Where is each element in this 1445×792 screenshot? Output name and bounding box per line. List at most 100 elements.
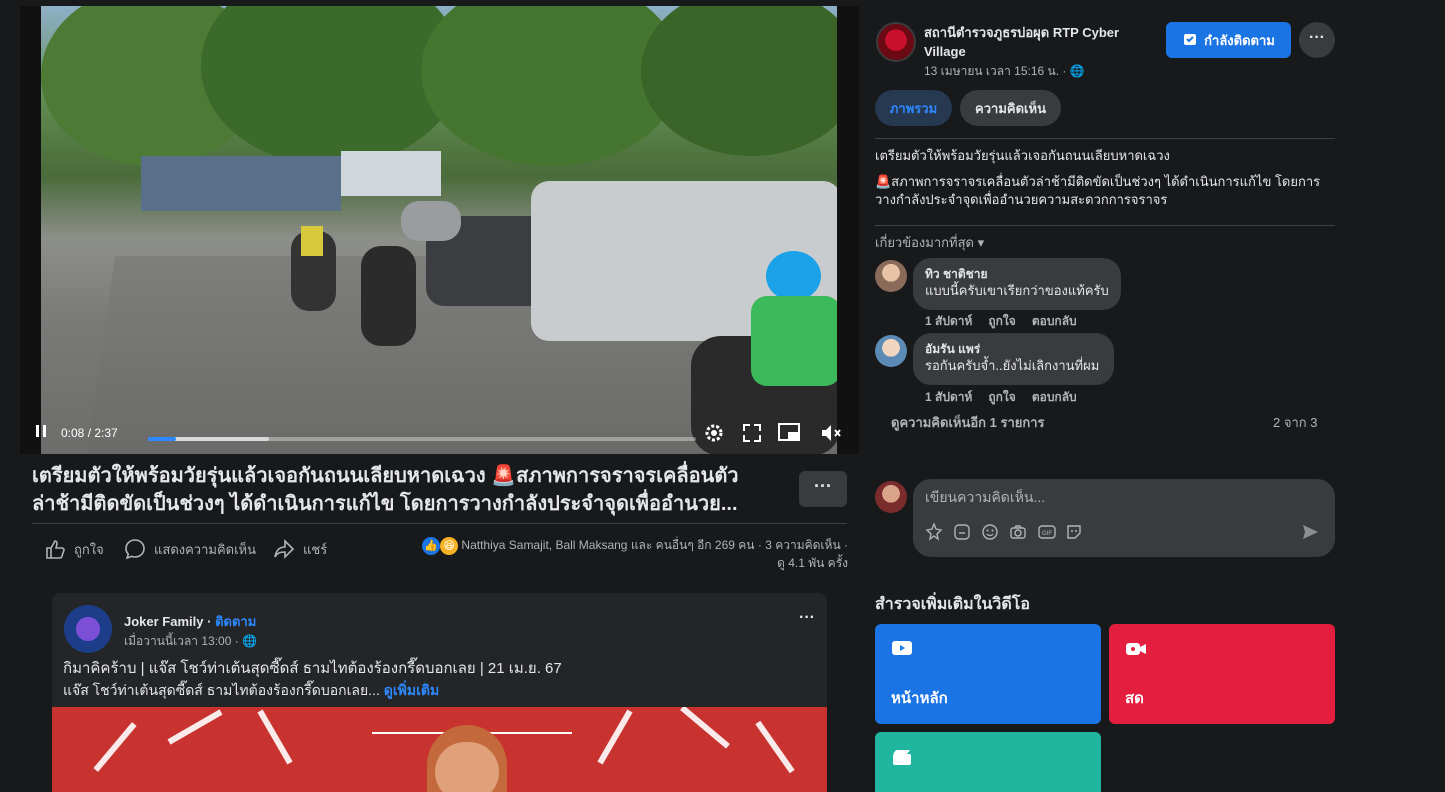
feed-post-title: กิมาคิคร้าบ | แจ๊ส โชว์ท่าเต้นสุดซี๊ดส์ … (63, 660, 562, 677)
comment-button[interactable]: แสดงความคิดเห็น (124, 537, 256, 561)
comment-reply-button[interactable]: ตอบกลับ (1032, 388, 1077, 407)
comment-input[interactable] (925, 489, 1315, 505)
description-line-1: เตรียมตัวให้พร้อมวัยรุ่นแล้วเจอกันถนนเลี… (875, 148, 1170, 163)
feed-post-image[interactable] (52, 707, 827, 792)
reactions-summary[interactable]: 👍 😆 Natthiya Samajit, Ball Maksang และ คน… (382, 537, 848, 571)
comment-pagination: 2 จาก 3 (1273, 415, 1318, 430)
comment-text: รอกันครับจ้ำ..ยังไม่เลิกงานที่ผม (925, 358, 1100, 373)
sticker-icon[interactable] (953, 523, 973, 543)
svg-text:GIF: GIF (1042, 531, 1052, 537)
comment-actions: 1 สัปดาห์ ถูกใจ ตอบกลับ (925, 312, 1077, 331)
sort-label: เกี่ยวข้องมากที่สุด (875, 235, 974, 250)
miniplayer-icon[interactable] (778, 423, 800, 446)
comment-icon (125, 539, 145, 560)
video-time: 0:08 / 2:37 (61, 426, 118, 440)
feed-post-subtitle: แจ๊ส โชว์ท่าเต้นสุดซี๊ดส์ ธามไทต้องร้องก… (63, 682, 380, 698)
post-title-line-1: เตรียมตัวให้พร้อมวัยรุ่นแล้วเจอกันถนนเลี… (32, 465, 739, 487)
see-more-link[interactable]: ดูเพิ่มเติม (384, 682, 439, 698)
feed-follow-link[interactable]: ติดตาม (215, 614, 256, 629)
globe-icon: 🌐 (242, 634, 258, 648)
comment-composer[interactable]: GIF (913, 479, 1335, 557)
separator: · (757, 538, 762, 553)
my-avatar[interactable] (875, 481, 907, 513)
page-more-button[interactable]: ··· (1299, 22, 1335, 58)
comment-bubble: อัมรัน แพร่ รอกันครับจ้ำ..ยังไม่เลิกงานท… (913, 333, 1114, 385)
description-line-2: 🚨สภาพการจราจรเคลื่อนตัวล่าช้ามีติดขัดเป็… (875, 174, 1321, 207)
explore-tile-label: หน้าหลัก (891, 690, 948, 707)
feed-post-more-button[interactable]: ··· (799, 609, 815, 627)
emoji-icon[interactable] (981, 523, 1001, 543)
following-label: กำลังติดตาม (1204, 32, 1275, 48)
pause-icon[interactable] (34, 424, 48, 441)
play-icon (891, 640, 913, 660)
fullscreen-icon[interactable] (742, 423, 762, 446)
comment-bubble: ทิว ชาติชาย แบบนี้ครับเขาเรียกว่าของแท้ค… (913, 258, 1121, 310)
like-icon (46, 540, 65, 559)
feed-post-card: Joker Family · ติดตาม เมื่อวานนี้เวลา 13… (52, 593, 827, 792)
share-label: แชร์ (303, 541, 328, 557)
like-reaction-icon: 👍 (422, 537, 441, 555)
following-button[interactable]: กำลังติดตาม (1166, 22, 1291, 58)
post-time[interactable]: 13 เมษายน เวลา 15:16 น. · 🌐 (924, 62, 1085, 81)
haha-reaction-icon: 😆 (440, 537, 459, 555)
clapper-icon (891, 748, 913, 768)
comment-count[interactable]: 3 ความคิดเห็น (765, 538, 840, 552)
feed-author-avatar[interactable] (64, 605, 112, 653)
comment-reply-button[interactable]: ตอบกลับ (1032, 312, 1077, 331)
view-more-comments[interactable]: ดูความคิดเห็นอีก 1 รายการ (891, 412, 1045, 433)
share-icon (274, 539, 295, 559)
reactions-text[interactable]: Natthiya Samajit, Ball Maksang และ คนอื่… (461, 538, 754, 552)
avatar-sticker-icon[interactable] (925, 522, 945, 543)
like-button[interactable]: ถูกใจ (44, 537, 104, 561)
divider (32, 523, 847, 524)
feed-post-text: แจ๊ส โชว์ท่าเต้นสุดซี๊ดส์ ธามไทต้องร้องก… (63, 680, 439, 702)
explore-tile-home[interactable]: หน้าหลัก (875, 624, 1101, 724)
comment-author[interactable]: ทิว ชาติชาย (925, 266, 1109, 282)
comment-like-button[interactable]: ถูกใจ (988, 312, 1015, 331)
divider (875, 225, 1335, 226)
post-more-button[interactable]: ··· (799, 471, 847, 507)
explore-tile-label: สด (1125, 690, 1144, 707)
comment-time[interactable]: 1 สัปดาห์ (925, 312, 972, 331)
tab-overview[interactable]: ภาพรวม (875, 90, 952, 126)
separator: · (207, 614, 212, 629)
page-avatar[interactable] (876, 22, 916, 62)
gif-icon[interactable]: GIF (1037, 523, 1057, 543)
video-progress-fill (148, 437, 176, 441)
share-button[interactable]: แชร์ (273, 537, 327, 561)
send-icon[interactable] (1301, 523, 1321, 543)
globe-icon: 🌐 (1069, 64, 1085, 78)
caret-down-icon: ▾ (977, 235, 985, 250)
like-label: ถูกใจ (74, 541, 104, 557)
camera-icon[interactable] (1009, 523, 1029, 543)
video-progress-bar[interactable] (148, 437, 696, 441)
comment-author[interactable]: อัมรัน แพร่ (925, 341, 1102, 357)
video-frame[interactable] (41, 6, 837, 454)
comment-time[interactable]: 1 สัปดาห์ (925, 388, 972, 407)
live-icon (1125, 640, 1147, 660)
mute-icon[interactable] (820, 423, 842, 446)
view-count: ดู 4.1 พัน ครั้ง (777, 556, 848, 570)
page-name[interactable]: สถานีตำรวจภูธรบ่อผุด RTP Cyber Village (924, 23, 1154, 61)
tab-comments[interactable]: ความคิดเห็น (960, 90, 1061, 126)
comment-text: แบบนี้ครับเขาเรียกว่าของแท้ครับ (925, 283, 1109, 298)
divider (875, 138, 1335, 139)
settings-icon[interactable] (703, 422, 725, 447)
feed-author-name[interactable]: Joker Family (124, 614, 204, 629)
video-player[interactable]: 0:08 / 2:37 (20, 6, 859, 454)
feed-author-line: Joker Family · ติดตาม (124, 611, 256, 632)
post-title: เตรียมตัวให้พร้อมวัยรุ่นแล้วเจอกันถนนเลี… (32, 462, 772, 518)
commenter-avatar[interactable] (875, 335, 907, 367)
feed-post-time[interactable]: เมื่อวานนี้เวลา 13:00 · 🌐 (124, 632, 257, 651)
comment-sort-dropdown[interactable]: เกี่ยวข้องมากที่สุด ▾ (875, 232, 984, 253)
explore-title: สำรวจเพิ่มเติมในวิดีโอ (875, 596, 1030, 613)
separator: · (844, 538, 848, 553)
explore-tile-reels[interactable] (875, 732, 1101, 792)
comment-like-button[interactable]: ถูกใจ (988, 388, 1015, 407)
commenter-avatar[interactable] (875, 260, 907, 292)
sticker-face-icon[interactable] (1065, 523, 1085, 543)
following-icon (1182, 31, 1198, 50)
post-title-line-2: ล่าช้ามีติดขัดเป็นช่วงๆ ได้ดำเนินการแก้ไ… (32, 493, 738, 515)
explore-tile-live[interactable]: สด (1109, 624, 1335, 724)
comment-label: แสดงความคิดเห็น (154, 541, 257, 557)
